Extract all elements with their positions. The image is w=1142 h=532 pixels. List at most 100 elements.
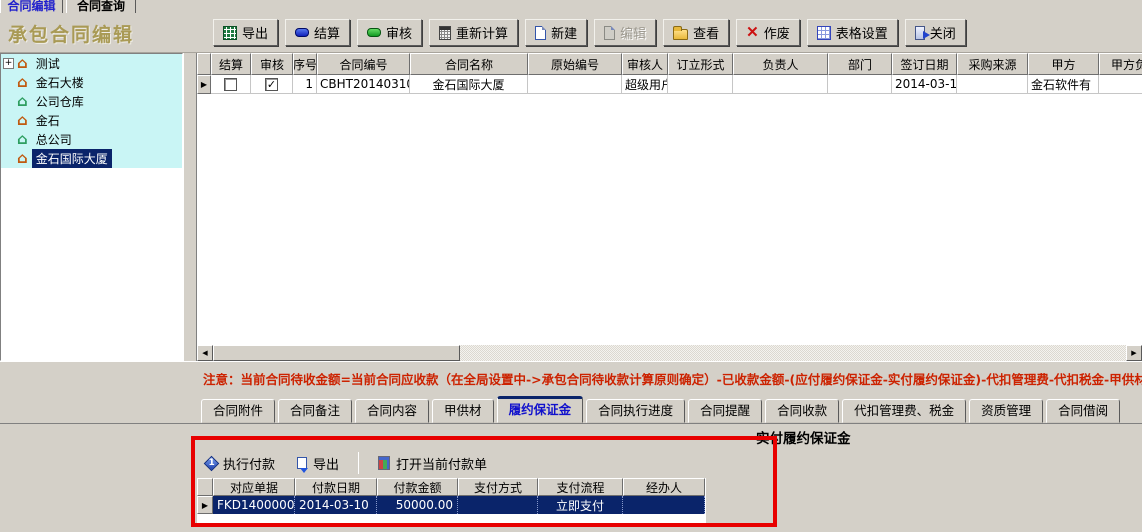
toolbar-separator (358, 452, 359, 474)
house-icon: ⌂ (17, 132, 28, 147)
diamond-payment-icon: 1 (204, 455, 220, 471)
audit-label: 审核 (386, 23, 412, 42)
view-label: 查看 (693, 23, 719, 42)
payment-method-cell (458, 496, 538, 514)
payment-amount-cell: 50000.00 (377, 496, 458, 514)
scroll-right-icon[interactable]: ▶ (1126, 345, 1142, 361)
grid-corner-cell (197, 53, 211, 75)
notice-text: 注意：当前合同待收金额=当前合同应收款（在全局设置中->承包合同待收款计算原则确… (203, 369, 1142, 388)
horizontal-scrollbar[interactable]: ◀ ▶ (197, 345, 1142, 361)
tree-item-label[interactable]: 金石大楼 (32, 73, 88, 92)
tab-withholding-fees-tax[interactable]: 代扣管理费、税金 (842, 399, 966, 423)
related-bill-cell: FKD140000002 (213, 496, 295, 514)
void-button[interactable]: ✕作废 (736, 19, 800, 46)
diamond-badge: 1 (208, 457, 214, 467)
tab-contract-receipts[interactable]: 合同收款 (765, 399, 839, 423)
scroll-left-icon[interactable]: ◀ (197, 345, 213, 361)
tab-performance-bond[interactable]: 履约保证金 (497, 396, 584, 423)
tree-item-label[interactable]: 公司仓库 (32, 92, 88, 111)
house-icon: ⌂ (17, 75, 28, 90)
execute-payment-button[interactable]: 1 执行付款 (203, 452, 278, 475)
scrollbar-thumb[interactable] (213, 345, 460, 361)
col-form[interactable]: 订立形式 (668, 53, 733, 75)
settle-icon (295, 28, 309, 37)
expand-plus-icon[interactable]: + (3, 58, 14, 69)
tree-item-company-warehouse[interactable]: ⌂ 公司仓库 (1, 92, 182, 111)
notice-bar: 注意：当前合同待收金额=当前合同应收款（在全局设置中->承包合同待收款计算原则确… (0, 361, 1142, 395)
tab-contract-attachments[interactable]: 合同附件 (201, 399, 275, 423)
col-handler[interactable]: 经办人 (623, 478, 705, 496)
tab-contract-edit[interactable]: 合同编辑 (0, 0, 63, 13)
tab-contract-borrowing[interactable]: 合同借阅 (1046, 399, 1120, 423)
house-icon: ⌂ (17, 56, 28, 71)
tab-contract-progress[interactable]: 合同执行进度 (586, 399, 685, 423)
tab-contract-content[interactable]: 合同内容 (355, 399, 429, 423)
open-payment-bill-button[interactable]: 打开当前付款单 (375, 452, 490, 475)
col-auditor[interactable]: 审核人 (622, 53, 668, 75)
export-button[interactable]: 导出 (213, 19, 278, 46)
col-seq[interactable]: 序号 (293, 53, 317, 75)
tab-contract-notes[interactable]: 合同备注 (278, 399, 352, 423)
main-toolbar: 导出 结算 审核 重新计算 新建 编辑 查看 ✕作废 表格设置 关闭 (213, 19, 966, 46)
tree-item-test[interactable]: + ⌂ 测试 (1, 54, 182, 73)
col-party-a[interactable]: 甲方 (1028, 53, 1099, 75)
col-payment-method[interactable]: 支付方式 (458, 478, 538, 496)
tree-item-label[interactable]: 总公司 (32, 130, 76, 149)
audit-cell: ✓ (251, 75, 293, 94)
close-label: 关闭 (930, 23, 956, 42)
payment-grid: 对应单据 付款日期 付款金额 支付方式 支付流程 经办人 ▶ FKD140000… (197, 478, 706, 524)
col-settle[interactable]: 结算 (211, 53, 251, 75)
col-dept[interactable]: 部门 (828, 53, 892, 75)
col-source[interactable]: 采购来源 (957, 53, 1028, 75)
edit-button: 编辑 (594, 19, 656, 46)
row-marker: ▶ (197, 496, 213, 514)
col-original-no[interactable]: 原始编号 (528, 53, 622, 75)
col-payment-flow[interactable]: 支付流程 (538, 478, 623, 496)
open-folder-icon (673, 29, 688, 40)
party-a-head-cell (1099, 75, 1142, 94)
tree-item-label[interactable]: 测试 (32, 54, 64, 73)
table-settings-button[interactable]: 表格设置 (807, 19, 898, 46)
tree-item-label[interactable]: 金石国际大厦 (32, 149, 112, 168)
audit-icon (367, 28, 381, 37)
settle-checkbox[interactable] (224, 78, 237, 91)
tab-contract-reminder[interactable]: 合同提醒 (688, 399, 762, 423)
view-button[interactable]: 查看 (663, 19, 729, 46)
audit-checkbox-checked[interactable]: ✓ (265, 78, 278, 91)
payment-export-button[interactable]: 导出 (294, 452, 342, 475)
col-party-a-head[interactable]: 甲方负 (1099, 53, 1142, 75)
col-payment-date[interactable]: 付款日期 (295, 478, 377, 496)
settle-button[interactable]: 结算 (285, 19, 350, 46)
tree-item-jinshi[interactable]: ⌂ 金石 (1, 111, 182, 130)
tab-qualification-mgmt[interactable]: 资质管理 (969, 399, 1043, 423)
tab-contract-query[interactable]: 合同查询 (66, 0, 136, 13)
new-button[interactable]: 新建 (525, 19, 587, 46)
manager-cell (733, 75, 828, 94)
sidebar-splitter[interactable] (183, 53, 197, 361)
col-payment-amount[interactable]: 付款金额 (377, 478, 458, 496)
col-contract-name[interactable]: 合同名称 (410, 53, 528, 75)
seq-cell: 1 (293, 75, 317, 94)
col-sign-date[interactable]: 签订日期 (892, 53, 957, 75)
col-contract-no[interactable]: 合同编号 (317, 53, 410, 75)
tree-item-jinshi-international[interactable]: ⌂ 金石国际大厦 (1, 149, 182, 168)
edit-label: 编辑 (620, 23, 646, 42)
payment-toolbar: 1 执行付款 导出 打开当前付款单 (203, 449, 490, 477)
close-button[interactable]: 关闭 (905, 19, 966, 46)
col-audit[interactable]: 审核 (251, 53, 293, 75)
recalculate-label: 重新计算 (456, 23, 508, 42)
audit-button[interactable]: 审核 (357, 19, 422, 46)
new-document-icon (535, 26, 546, 40)
payment-row-selected[interactable]: ▶ FKD140000002 2014-03-10 50000.00 立即支付 (197, 496, 705, 514)
col-related-bill[interactable]: 对应单据 (213, 478, 295, 496)
tree-item-label[interactable]: 金石 (32, 111, 64, 130)
tab-party-a-materials[interactable]: 甲供材 (432, 399, 494, 423)
row-marker-icon: ▶ (201, 80, 207, 89)
recalculate-button[interactable]: 重新计算 (429, 19, 518, 46)
col-manager[interactable]: 负责人 (733, 53, 828, 75)
tree-item-jinshi-building[interactable]: ⌂ 金石大楼 (1, 73, 182, 92)
contract-row[interactable]: ▶ ✓ 1 CBHT2014031001 金石国际大厦 超级用户 2014-03… (197, 75, 1142, 94)
tree-item-head-office[interactable]: ⌂ 总公司 (1, 130, 182, 149)
settle-label: 结算 (314, 23, 340, 42)
party-a-cell: 金石软件有 (1028, 75, 1099, 94)
